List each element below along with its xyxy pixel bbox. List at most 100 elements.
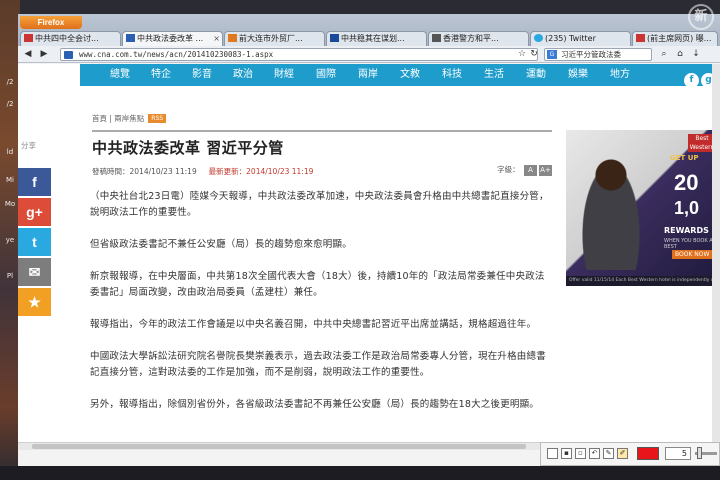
ad-second-number: 1,0	[674, 198, 700, 218]
title-divider	[92, 130, 552, 132]
site-nav-item[interactable]: 國際	[306, 64, 346, 86]
reload-icon[interactable]: ↻	[528, 48, 540, 60]
site-nav-item[interactable]: 文教	[390, 64, 430, 86]
facebook-icon[interactable]: f	[684, 73, 699, 88]
forward-arrow-icon[interactable]: ▶	[38, 48, 50, 60]
breadcrumb-text[interactable]: 首頁 | 兩岸焦點	[92, 114, 144, 123]
tab-favicon-icon	[330, 34, 339, 42]
search-text: 习近平分管政法委	[561, 50, 621, 59]
desktop-icon-label[interactable]: /2	[0, 78, 20, 86]
browser-tab[interactable]: (前主席网页) 曝...	[632, 31, 718, 46]
site-nav-item[interactable]: 財經	[264, 64, 304, 86]
tab-label: (235) Twitter	[545, 34, 596, 43]
article-title: 中共政法委改革 習近平分管	[92, 139, 284, 157]
desktop-icon-label[interactable]: Mi	[0, 176, 20, 184]
bookmark-star-icon[interactable]: ☆	[516, 48, 528, 60]
pen-icon[interactable]: ✎	[603, 448, 614, 459]
desktop-icon-label[interactable]: Mo	[0, 200, 20, 208]
horizontal-scrollbar[interactable]	[18, 442, 540, 450]
site-nav-item[interactable]: 地方	[600, 64, 640, 86]
site-identity-icon[interactable]	[64, 51, 73, 59]
pen-size-field[interactable]: 5	[665, 447, 691, 460]
back-arrow-icon[interactable]: ◀	[22, 48, 34, 60]
article-paragraph: 但省級政法委書記不兼任公安廳（局）長的趨勢愈來愈明顯。	[90, 239, 352, 250]
browser-tab[interactable]: 香港警方和平...	[428, 31, 529, 46]
desktop-icon-label[interactable]: ld	[0, 148, 20, 156]
browser-tab[interactable]: 中共稳其在谋划...	[326, 31, 427, 46]
browser-tab[interactable]: 前大连市外贸厂...	[224, 31, 325, 46]
ad-book-now-button[interactable]: BOOK NOW	[672, 250, 713, 259]
tab-label: 中共四中全会讨...	[35, 34, 99, 43]
tab-favicon-icon	[228, 34, 237, 42]
advertisement-banner[interactable]: Best Western GET UP 20 1,0 REWARDS WHEN …	[566, 130, 720, 286]
browser-tab-active[interactable]: 中共政法委改革 ... ×	[122, 31, 223, 47]
site-nav-item[interactable]: 科技	[432, 64, 472, 86]
tab-favicon-icon	[636, 34, 645, 42]
ad-big-number: 20	[674, 170, 699, 195]
brush-icon[interactable]: ✐	[617, 448, 628, 459]
font-size-label: 字級：	[497, 165, 520, 174]
site-nav-item[interactable]: 影音	[182, 64, 222, 86]
download-icon[interactable]: ↓	[690, 48, 702, 60]
tab-label: 前大连市外贸厂...	[239, 34, 303, 43]
email-share-button[interactable]: ✉	[18, 258, 51, 286]
browser-window: Firefox 中共四中全会讨... 中共政法委改革 ... × 前大连市外贸厂…	[18, 14, 720, 466]
google-plus-share-button[interactable]: g+	[18, 198, 51, 226]
browser-tab[interactable]: 中共四中全会讨...	[20, 31, 121, 46]
site-nav-item[interactable]: 娛樂	[558, 64, 598, 86]
font-size-control: 字級： A A+	[497, 164, 552, 176]
favorite-share-button[interactable]: ★	[18, 288, 51, 316]
article-paragraph: 報導指出，今年的政法工作會議是以中央名義召開，中共中央總書記習近平出席並講話，規…	[90, 319, 537, 330]
firefox-menu-button[interactable]: Firefox	[20, 16, 82, 29]
font-small-button[interactable]: A	[524, 165, 537, 176]
site-navigation: 總覽 特企 影音 政治 財經 國際 兩岸 文教 科技 生活 運動 娛樂 地方 f…	[80, 64, 720, 88]
rss-badge[interactable]: RSS	[148, 114, 167, 123]
desktop-icon-label[interactable]: ye	[0, 236, 20, 244]
new-page-icon[interactable]	[547, 448, 558, 459]
undo-icon[interactable]: ↶	[589, 448, 600, 459]
taskbar	[0, 466, 720, 480]
share-label: 分享	[21, 141, 36, 150]
pen-color-swatch[interactable]	[637, 447, 659, 460]
save-icon[interactable]: ▪	[561, 448, 572, 459]
twitter-share-button[interactable]: t	[18, 228, 51, 256]
font-large-button[interactable]: A+	[539, 165, 552, 176]
web-page: 總覽 特企 影音 政治 財經 國際 兩岸 文教 科技 生活 運動 娛樂 地方 f…	[18, 64, 720, 450]
url-text: www.cna.com.tw/news/acn/201410230083-1.a…	[79, 50, 274, 59]
home-icon[interactable]: ⌂	[674, 48, 686, 60]
url-field[interactable]: www.cna.com.tw/news/acn/201410230083-1.a…	[60, 48, 538, 61]
site-nav-item[interactable]: 總覽	[100, 64, 140, 86]
tab-favicon-icon	[432, 34, 441, 42]
site-nav-item[interactable]: 兩岸	[348, 64, 388, 86]
horizontal-scrollbar-thumb[interactable]	[32, 444, 526, 449]
tab-close-icon[interactable]: ×	[213, 32, 220, 46]
site-nav-item[interactable]: 特企	[141, 64, 181, 86]
clear-icon[interactable]: ▫	[575, 448, 586, 459]
ad-rewards-text: REWARDS	[664, 226, 709, 235]
tab-favicon-icon	[126, 34, 135, 42]
breadcrumb: 首頁 | 兩岸焦點 RSS	[92, 113, 167, 124]
browser-tab[interactable]: (235) Twitter	[530, 31, 631, 46]
tab-label: 中共稳其在谋划...	[341, 34, 405, 43]
desktop-icon-label[interactable]: Pl	[0, 272, 20, 280]
search-input[interactable]: G 习近平分管政法委	[544, 48, 652, 61]
ad-footnote: Offer valid 11/15/14 Each Best Western h…	[566, 276, 720, 286]
nav-social-links: fg	[682, 67, 716, 88]
facebook-share-button[interactable]: f	[18, 168, 51, 196]
vertical-scrollbar[interactable]	[712, 64, 720, 442]
article-meta: 發稿時間：2014/10/23 11:19 最新更新：2014/10/23 11…	[92, 164, 552, 177]
pen-size-slider-thumb[interactable]	[697, 447, 702, 459]
tab-label: 香港警方和平...	[443, 34, 499, 43]
tab-bar: Firefox 中共四中全会讨... 中共政法委改革 ... × 前大连市外贸厂…	[18, 14, 720, 47]
search-icon[interactable]: ⌕	[658, 48, 670, 60]
desktop-icon-label[interactable]: /2	[0, 100, 20, 108]
site-nav-item[interactable]: 生活	[474, 64, 514, 86]
article-paragraph: 新京報報導，在中央層面，中共第18次全國代表大會（18大）後，持續10年的「政法…	[90, 271, 545, 298]
search-engine-icon[interactable]: G	[547, 50, 557, 59]
broadcaster-watermark-logo: 新	[688, 4, 714, 30]
site-nav-item[interactable]: 政治	[223, 64, 263, 86]
tab-label: 中共政法委改革 ...	[137, 34, 204, 43]
site-nav-item[interactable]: 運動	[516, 64, 556, 86]
published-time: 發稿時間：2014/10/23 11:19	[92, 167, 197, 176]
ad-headline: GET UP	[670, 154, 699, 162]
